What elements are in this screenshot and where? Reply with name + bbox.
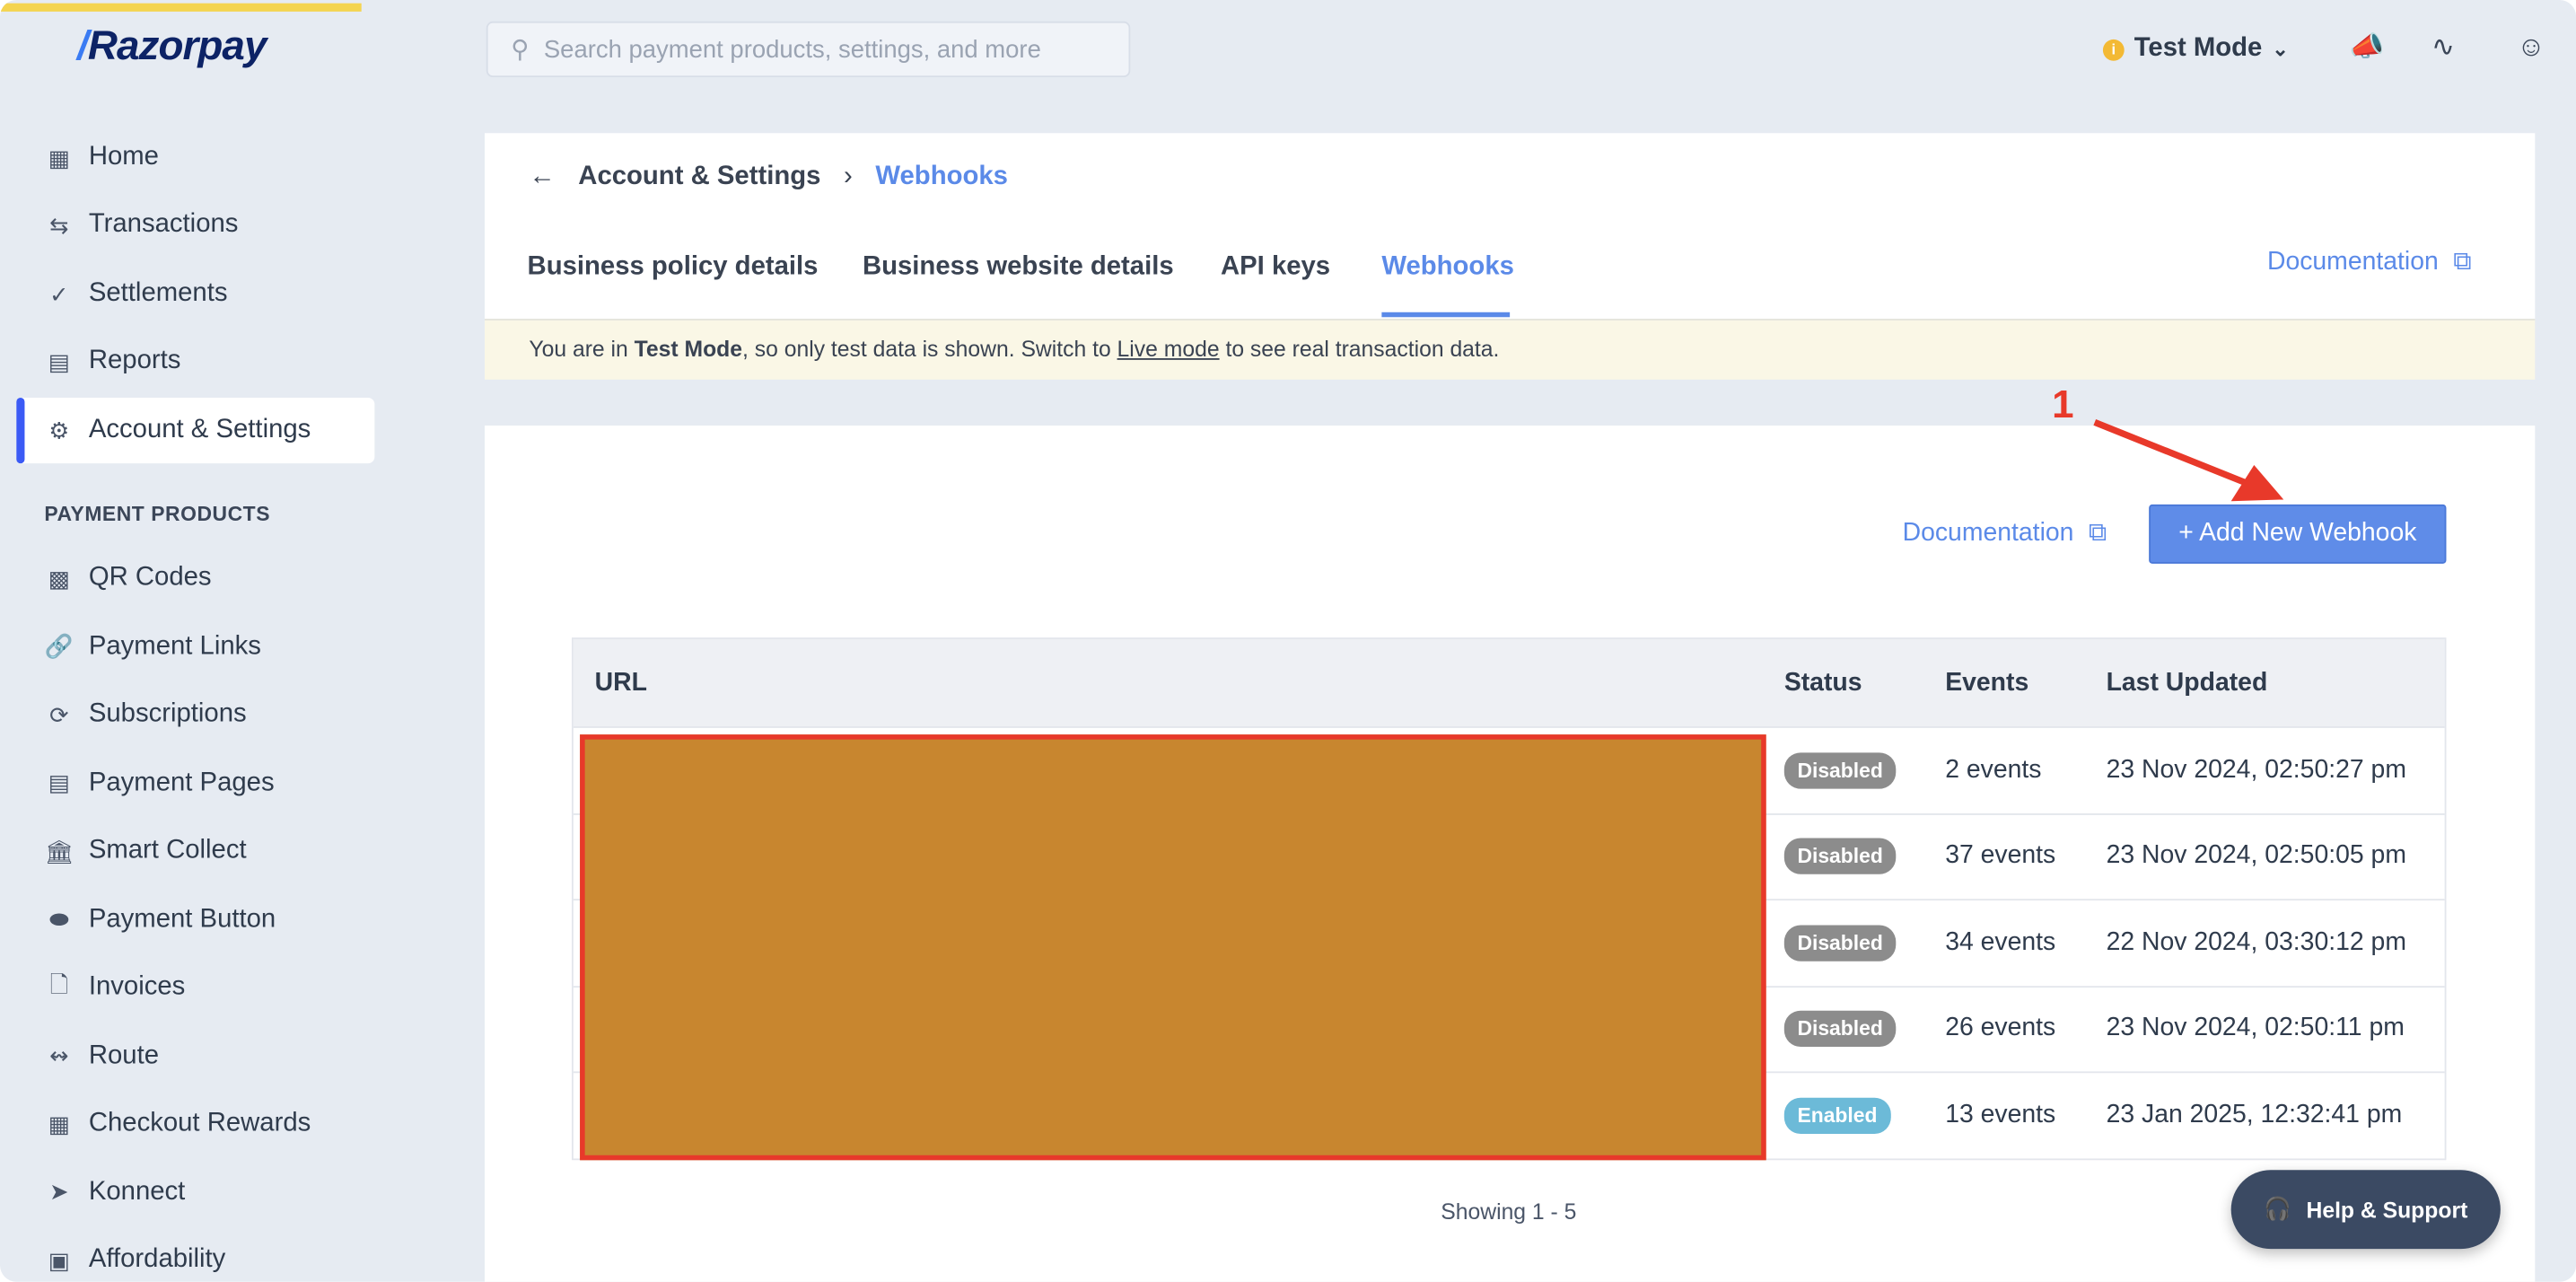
- help-label: Help & Support: [2306, 1197, 2468, 1222]
- last-updated: 23 Nov 2024, 02:50:27 pm: [2106, 755, 2406, 784]
- header-status: Status: [1783, 668, 1862, 697]
- last-updated: 23 Nov 2024, 02:50:05 pm: [2106, 841, 2406, 870]
- last-updated: 22 Nov 2024, 03:30:12 pm: [2106, 927, 2406, 956]
- pagination-info: Showing 1 - 5: [1441, 1199, 1577, 1225]
- events-count: 37 events: [1945, 841, 2056, 870]
- status-badge: Enabled: [1783, 1097, 1891, 1134]
- help-support-button[interactable]: 🎧 Help & Support: [2230, 1170, 2501, 1250]
- status-badge: Disabled: [1783, 751, 1897, 789]
- status-badge: Disabled: [1783, 925, 1897, 962]
- status-badge: Disabled: [1783, 838, 1897, 875]
- events-count: 26 events: [1945, 1014, 2056, 1042]
- events-count: 13 events: [1945, 1100, 2056, 1129]
- razorpay-dashboard: /Razorpay ▦ Home ⇆ Transactions ✓ Settlements…: [0, 0, 2576, 1282]
- header-last-updated: Last Updated: [2106, 668, 2268, 697]
- events-count: 34 events: [1945, 927, 2056, 956]
- redacted-urls: [580, 734, 1766, 1161]
- header-events: Events: [1945, 668, 2029, 697]
- table-header: URL Status Events Last Updated: [573, 639, 2445, 727]
- status-badge: Disabled: [1783, 1011, 1897, 1048]
- headset-icon: 🎧: [2264, 1196, 2292, 1221]
- header-url: URL: [594, 668, 647, 697]
- last-updated: 23 Nov 2024, 02:50:11 pm: [2106, 1014, 2405, 1042]
- arrow-shaft: [2093, 419, 2253, 488]
- last-updated: 23 Jan 2025, 12:32:41 pm: [2106, 1100, 2403, 1129]
- events-count: 2 events: [1945, 755, 2042, 784]
